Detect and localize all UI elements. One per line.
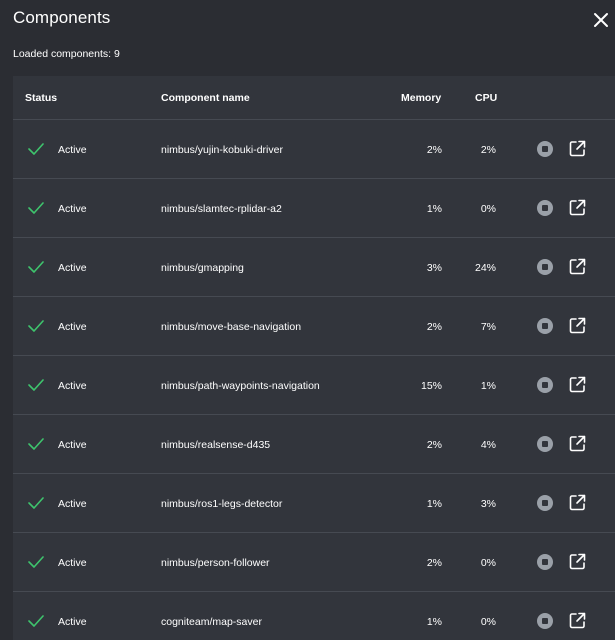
- open-external-icon[interactable]: [569, 376, 586, 393]
- memory-value: 2%: [426, 144, 442, 156]
- component-name: nimbus/gmapping: [161, 262, 244, 274]
- status-label: Active: [58, 439, 87, 451]
- check-icon: [28, 261, 44, 273]
- check-icon: [28, 438, 44, 450]
- cpu-value: 3%: [480, 498, 496, 510]
- check-icon: [28, 320, 44, 332]
- memory-value: 1%: [426, 203, 442, 215]
- table-row: Active nimbus/ros1-legs-detector 1% 3%: [13, 474, 615, 533]
- component-name: nimbus/yujin-kobuki-driver: [161, 144, 283, 156]
- components-table: Status Component name Memory CPU Active …: [13, 76, 615, 640]
- table-header: Status Component name Memory CPU: [13, 76, 615, 120]
- column-header-cpu: CPU: [475, 92, 498, 104]
- status-label: Active: [58, 321, 87, 333]
- table-row: Active nimbus/gmapping 3% 24%: [13, 238, 615, 297]
- open-external-icon[interactable]: [569, 199, 586, 216]
- memory-value: 1%: [426, 616, 442, 628]
- check-icon: [28, 143, 44, 155]
- open-external-icon[interactable]: [569, 317, 586, 334]
- check-icon: [28, 615, 44, 627]
- status-label: Active: [58, 262, 87, 274]
- component-name: nimbus/ros1-legs-detector: [161, 498, 283, 510]
- stop-circle-icon[interactable]: [537, 318, 553, 334]
- table-row: Active nimbus/person-follower 2% 0%: [13, 533, 615, 592]
- cpu-value: 0%: [480, 557, 496, 569]
- check-icon: [28, 556, 44, 568]
- stop-circle-icon[interactable]: [537, 141, 553, 157]
- check-icon: [28, 379, 44, 391]
- cpu-value: 1%: [480, 380, 496, 392]
- cpu-value: 7%: [480, 321, 496, 333]
- stop-circle-icon[interactable]: [537, 495, 553, 511]
- open-external-icon[interactable]: [569, 494, 586, 511]
- status-label: Active: [58, 557, 87, 569]
- column-header-component-name: Component name: [161, 92, 250, 104]
- table-row: Active nimbus/path-waypoints-navigation …: [13, 356, 615, 415]
- memory-value: 15%: [420, 380, 442, 392]
- memory-value: 2%: [426, 321, 442, 333]
- component-name: nimbus/realsense-d435: [161, 439, 271, 451]
- table-row: Active cogniteam/map-saver 1% 0%: [13, 592, 615, 640]
- stop-circle-icon[interactable]: [537, 200, 553, 216]
- open-external-icon[interactable]: [569, 435, 586, 452]
- stop-circle-icon[interactable]: [537, 436, 553, 452]
- loaded-components-count: Loaded components: 9: [13, 48, 120, 60]
- table-body: Active nimbus/yujin-kobuki-driver 2% 2% …: [13, 120, 615, 640]
- close-icon[interactable]: [591, 10, 611, 30]
- open-external-icon[interactable]: [569, 612, 586, 629]
- cpu-value: 0%: [480, 616, 496, 628]
- table-row: Active nimbus/slamtec-rplidar-a2 1% 0%: [13, 179, 615, 238]
- status-label: Active: [58, 380, 87, 392]
- component-name: nimbus/slamtec-rplidar-a2: [161, 203, 282, 215]
- memory-value: 2%: [426, 439, 442, 451]
- memory-value: 2%: [426, 557, 442, 569]
- cpu-value: 24%: [474, 262, 496, 274]
- cpu-value: 0%: [480, 203, 496, 215]
- cpu-value: 4%: [480, 439, 496, 451]
- stop-circle-icon[interactable]: [537, 554, 553, 570]
- component-name: nimbus/path-waypoints-navigation: [161, 380, 320, 392]
- column-header-memory: Memory: [401, 92, 442, 104]
- memory-value: 3%: [426, 262, 442, 274]
- table-row: Active nimbus/move-base-navigation 2% 7%: [13, 297, 615, 356]
- check-icon: [28, 497, 44, 509]
- status-label: Active: [58, 203, 87, 215]
- memory-value: 1%: [426, 498, 442, 510]
- stop-circle-icon[interactable]: [537, 377, 553, 393]
- component-name: cogniteam/map-saver: [161, 616, 262, 628]
- open-external-icon[interactable]: [569, 258, 586, 275]
- open-external-icon[interactable]: [569, 140, 586, 157]
- check-icon: [28, 202, 44, 214]
- components-panel: Components Loaded components: 9 Status C…: [0, 0, 615, 640]
- component-name: nimbus/move-base-navigation: [161, 321, 302, 333]
- status-label: Active: [58, 498, 87, 510]
- table-row: Active nimbus/yujin-kobuki-driver 2% 2%: [13, 120, 615, 179]
- status-label: Active: [58, 616, 87, 628]
- open-external-icon[interactable]: [569, 553, 586, 570]
- panel-header: Components: [0, 0, 615, 40]
- cpu-value: 2%: [480, 144, 496, 156]
- panel-title: Components: [13, 8, 111, 27]
- stop-circle-icon[interactable]: [537, 613, 553, 629]
- component-name: nimbus/person-follower: [161, 557, 270, 569]
- column-header-status: Status: [25, 92, 58, 104]
- stop-circle-icon[interactable]: [537, 259, 553, 275]
- table-row: Active nimbus/realsense-d435 2% 4%: [13, 415, 615, 474]
- status-label: Active: [58, 144, 87, 156]
